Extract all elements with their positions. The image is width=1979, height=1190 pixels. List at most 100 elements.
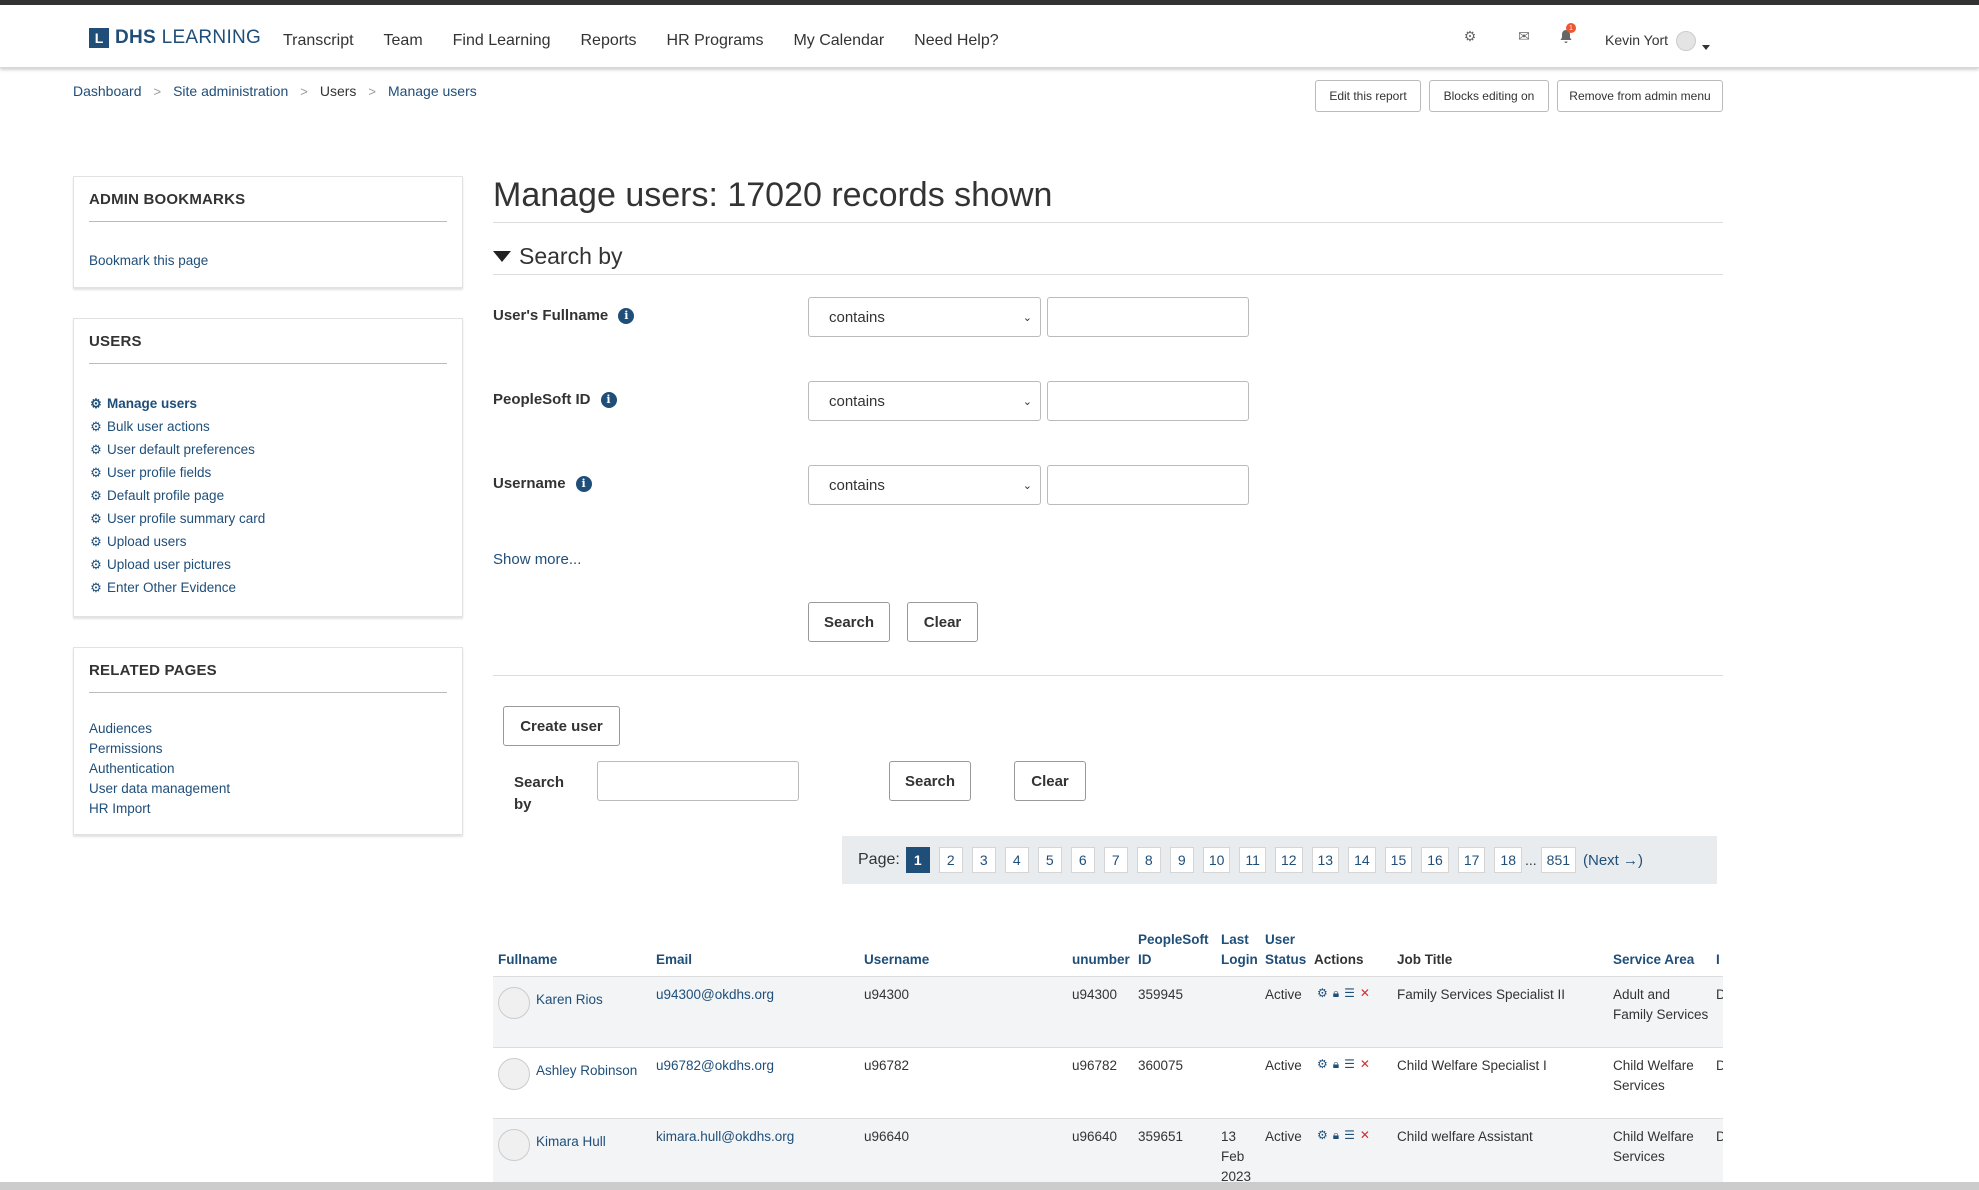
page-link-15[interactable]: 15 bbox=[1384, 847, 1413, 873]
next-page-link[interactable]: (Next →) bbox=[1583, 852, 1643, 869]
search-by-toggle[interactable]: Search by bbox=[493, 243, 623, 270]
user-menu-caret-icon[interactable] bbox=[1702, 45, 1710, 50]
info-icon[interactable]: i bbox=[600, 391, 617, 408]
page-link-14[interactable]: 14 bbox=[1348, 847, 1376, 873]
column-header-service-area[interactable]: Service Area bbox=[1613, 950, 1694, 970]
database-icon[interactable]: ☰ bbox=[1344, 1128, 1355, 1143]
page-link-13[interactable]: 13 bbox=[1311, 847, 1340, 873]
column-header-username[interactable]: Username bbox=[864, 950, 929, 970]
sidebar-item-manage-users[interactable]: ⚙ Manage users bbox=[89, 392, 265, 415]
column-header-fullname[interactable]: Fullname bbox=[498, 950, 557, 970]
page-link-3[interactable]: 3 bbox=[971, 847, 996, 873]
database-icon[interactable]: ☰ bbox=[1344, 1057, 1355, 1072]
edit-gear-icon[interactable]: ⚙ bbox=[1317, 1057, 1328, 1072]
breadcrumb-dashboard[interactable]: Dashboard bbox=[73, 83, 142, 99]
lock-icon[interactable]: 🔒︎ bbox=[1333, 1057, 1339, 1072]
page-link-7[interactable]: 7 bbox=[1103, 847, 1128, 873]
nav-team[interactable]: Team bbox=[384, 32, 423, 50]
info-icon[interactable]: i bbox=[618, 307, 635, 324]
column-header-unumber[interactable]: unumber bbox=[1072, 950, 1130, 970]
simple-search-button[interactable]: Search bbox=[889, 761, 971, 801]
breadcrumb-manage-users[interactable]: Manage users bbox=[388, 83, 477, 99]
sidebar-item-upload-user-pictures[interactable]: ⚙ Upload user pictures bbox=[89, 553, 265, 576]
delete-icon[interactable]: ✕ bbox=[1360, 986, 1370, 1001]
user-menu-name[interactable]: Kevin Yort bbox=[1605, 32, 1668, 48]
related-permissions-link[interactable]: Permissions bbox=[89, 738, 230, 758]
edit-gear-icon[interactable]: ⚙ bbox=[1317, 986, 1328, 1001]
related-authentication-link[interactable]: Authentication bbox=[89, 758, 230, 778]
search-button[interactable]: Search bbox=[808, 602, 890, 642]
related-audiences-link[interactable]: Audiences bbox=[89, 718, 230, 738]
column-header-email[interactable]: Email bbox=[656, 950, 692, 970]
page-link-8[interactable]: 8 bbox=[1136, 847, 1161, 873]
username-filter-input[interactable] bbox=[1047, 465, 1249, 505]
sidebar-item-bulk-user-actions[interactable]: ⚙ Bulk user actions bbox=[89, 415, 265, 438]
username-operator-select[interactable]: contains ⌄ bbox=[808, 465, 1041, 505]
nav-need-help[interactable]: Need Help? bbox=[914, 32, 999, 50]
lock-icon[interactable]: 🔒︎ bbox=[1333, 986, 1339, 1001]
create-user-button[interactable]: Create user bbox=[503, 706, 620, 746]
lock-icon[interactable]: 🔒︎ bbox=[1333, 1128, 1339, 1143]
database-icon[interactable]: ☰ bbox=[1344, 986, 1355, 1001]
page-link-12[interactable]: 12 bbox=[1274, 847, 1303, 873]
blocks-editing-button[interactable]: Blocks editing on bbox=[1429, 80, 1549, 112]
nav-transcript[interactable]: Transcript bbox=[283, 32, 354, 50]
nav-my-calendar[interactable]: My Calendar bbox=[793, 32, 884, 50]
column-header-job-title[interactable]: Job Title bbox=[1397, 950, 1452, 970]
breadcrumb-site-administration[interactable]: Site administration bbox=[173, 83, 288, 99]
notifications-bell-icon[interactable]: 1 bbox=[1557, 23, 1576, 45]
column-header-last-login[interactable]: Last Login bbox=[1221, 930, 1261, 970]
page-link-11[interactable]: 11 bbox=[1239, 847, 1266, 873]
related-user-data-management-link[interactable]: User data management bbox=[89, 778, 230, 798]
simple-search-input[interactable] bbox=[597, 761, 799, 801]
user-avatar[interactable] bbox=[1676, 31, 1696, 51]
page-link-9[interactable]: 9 bbox=[1169, 847, 1194, 873]
peoplesoft-filter-input[interactable] bbox=[1047, 381, 1249, 421]
page-link-last[interactable]: 851 bbox=[1540, 847, 1577, 873]
show-more-link[interactable]: Show more... bbox=[493, 551, 581, 568]
nav-reports[interactable]: Reports bbox=[581, 32, 637, 50]
page-link-16[interactable]: 16 bbox=[1421, 847, 1449, 873]
row-email-link[interactable]: u94300@okdhs.org bbox=[656, 985, 774, 1005]
delete-icon[interactable]: ✕ bbox=[1360, 1128, 1370, 1143]
page-link-18[interactable]: 18 bbox=[1494, 847, 1522, 873]
sidebar-item-user-profile-summary-card[interactable]: ⚙ User profile summary card bbox=[89, 507, 265, 530]
row-email-link[interactable]: u96782@okdhs.org bbox=[656, 1056, 774, 1076]
sidebar-item-default-profile-page[interactable]: ⚙ Default profile page bbox=[89, 484, 265, 507]
delete-icon[interactable]: ✕ bbox=[1360, 1057, 1370, 1072]
row-fullname-link[interactable]: Ashley Robinson bbox=[536, 1061, 637, 1081]
remove-from-admin-menu-button[interactable]: Remove from admin menu bbox=[1557, 80, 1723, 112]
fullname-operator-select[interactable]: contains ⌄ bbox=[808, 297, 1041, 337]
sidebar-item-user-profile-fields[interactable]: ⚙ User profile fields bbox=[89, 461, 265, 484]
fullname-filter-input[interactable] bbox=[1047, 297, 1249, 337]
page-link-10[interactable]: 10 bbox=[1202, 847, 1231, 873]
edit-report-button[interactable]: Edit this report bbox=[1315, 80, 1421, 112]
site-logo[interactable]: L DHS LEARNING bbox=[89, 27, 261, 49]
page-link-17[interactable]: 17 bbox=[1457, 847, 1486, 873]
nav-find-learning[interactable]: Find Learning bbox=[453, 32, 551, 50]
sidebar-item-user-default-preferences[interactable]: ⚙ User default preferences bbox=[89, 438, 265, 461]
messages-envelope-icon[interactable]: ✉ bbox=[1515, 27, 1533, 45]
related-hr-import-link[interactable]: HR Import bbox=[89, 798, 230, 818]
page-link-2[interactable]: 2 bbox=[938, 847, 963, 873]
settings-gear-icon[interactable]: ⚙ bbox=[1461, 27, 1479, 45]
sidebar-item-upload-users[interactable]: ⚙ Upload users bbox=[89, 530, 265, 553]
column-header-user-status[interactable]: User Status bbox=[1265, 930, 1307, 970]
bookmark-this-page-link[interactable]: Bookmark this page bbox=[89, 249, 208, 272]
column-header-clipped[interactable]: I bbox=[1716, 950, 1723, 970]
page-link-6[interactable]: 6 bbox=[1070, 847, 1095, 873]
column-header-peoplesoft-id[interactable]: PeopleSoft ID bbox=[1138, 930, 1210, 970]
row-fullname-link[interactable]: Kimara Hull bbox=[536, 1132, 606, 1152]
row-fullname-link[interactable]: Karen Rios bbox=[536, 990, 603, 1010]
sidebar-item-enter-other-evidence[interactable]: ⚙ Enter Other Evidence bbox=[89, 576, 265, 599]
page-link-1[interactable]: 1 bbox=[905, 847, 930, 873]
simple-clear-button[interactable]: Clear bbox=[1014, 761, 1086, 801]
edit-gear-icon[interactable]: ⚙ bbox=[1317, 1128, 1328, 1143]
peoplesoft-operator-select[interactable]: contains ⌄ bbox=[808, 381, 1041, 421]
nav-hr-programs[interactable]: HR Programs bbox=[667, 32, 764, 50]
page-link-5[interactable]: 5 bbox=[1037, 847, 1062, 873]
clear-button[interactable]: Clear bbox=[907, 602, 978, 642]
page-link-4[interactable]: 4 bbox=[1004, 847, 1029, 873]
info-icon[interactable]: i bbox=[575, 475, 592, 492]
row-email-link[interactable]: kimara.hull@okdhs.org bbox=[656, 1127, 794, 1147]
